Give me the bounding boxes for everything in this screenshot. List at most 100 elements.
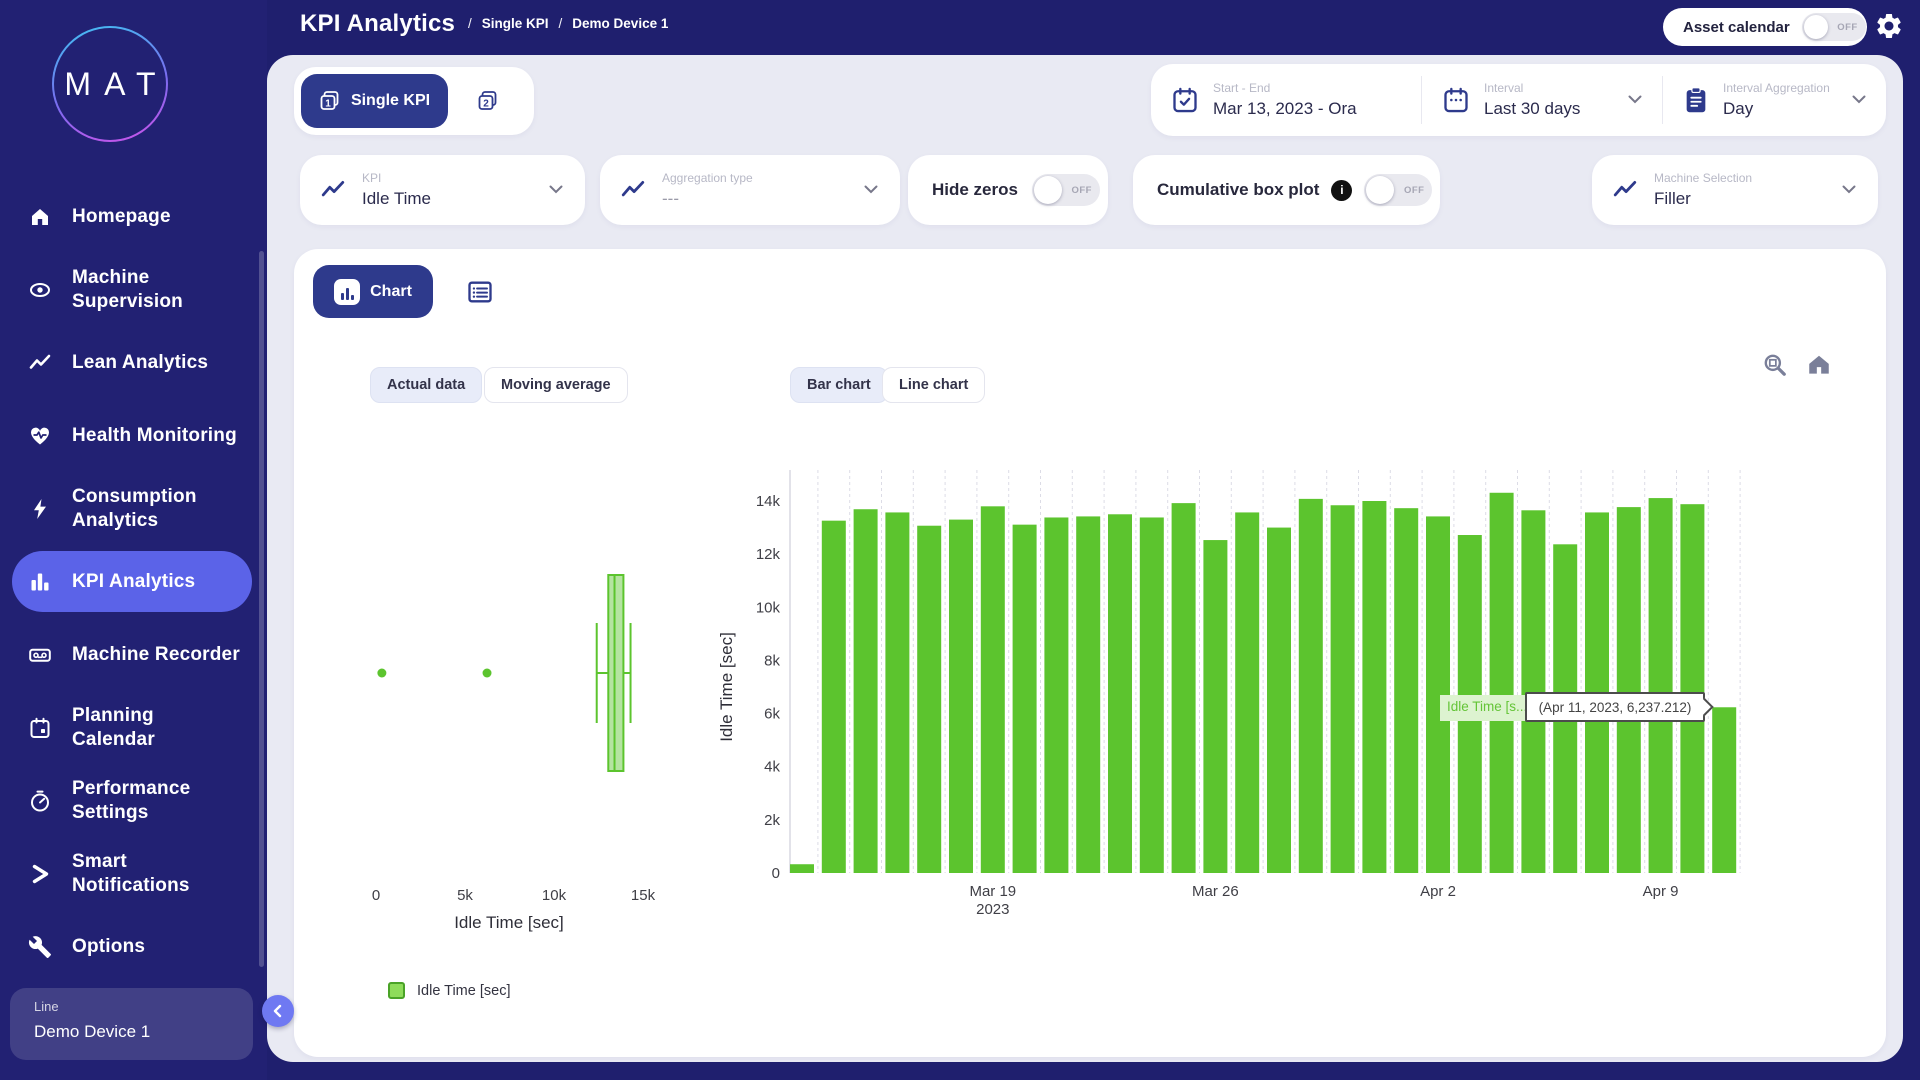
sidebar-item-consumption-analytics[interactable]: Consumption Analytics	[0, 472, 267, 545]
calendar-icon	[1442, 86, 1470, 114]
sidebar-scrollbar[interactable]	[259, 251, 264, 967]
bar-mar-23[interactable]	[1108, 514, 1132, 873]
bar-apr-9[interactable]	[1649, 498, 1673, 873]
settings-gear-icon[interactable]	[1874, 11, 1904, 41]
bar-mar-19[interactable]	[981, 506, 1005, 873]
hide-zeros-toggle[interactable]: OFF	[1032, 174, 1100, 206]
clipboard-icon	[1683, 86, 1709, 114]
bar-mar-29[interactable]	[1299, 499, 1323, 873]
toggle-state-label: OFF	[1837, 22, 1858, 33]
bar-mar-14[interactable]	[822, 521, 846, 873]
breadcrumb-separator: /	[468, 16, 472, 31]
bar-mar-18[interactable]	[949, 520, 973, 873]
svg-text:0: 0	[372, 887, 380, 904]
svg-text:Apr 9: Apr 9	[1643, 883, 1679, 900]
calendar-icon	[28, 716, 52, 740]
device-card-label: Line	[34, 999, 253, 1014]
sidebar-item-lean-analytics[interactable]: Lean Analytics	[0, 326, 267, 399]
tab-multi-kpi[interactable]: 2	[460, 74, 516, 128]
brand-logo: MAT	[52, 26, 168, 142]
tab-single-kpi[interactable]: 1 Single KPI	[301, 74, 448, 128]
bar-mar-25[interactable]	[1172, 503, 1196, 873]
bar-chart-icon	[28, 570, 52, 594]
bar-mar-31[interactable]	[1362, 501, 1386, 873]
asset-calendar-pill[interactable]: Asset calendar OFF	[1663, 8, 1867, 46]
svg-text:14k: 14k	[756, 493, 781, 510]
sidebar-item-label: Homepage	[72, 205, 171, 229]
bar-apr-4[interactable]	[1490, 493, 1514, 873]
bar-apr-1[interactable]	[1394, 508, 1418, 873]
sidebar-collapse-button[interactable]	[262, 995, 294, 1027]
breadcrumb-single-kpi[interactable]: Single KPI	[482, 16, 549, 31]
svg-text:10k: 10k	[542, 887, 567, 904]
sidebar-item-machine-supervision[interactable]: Machine Supervision	[0, 253, 267, 326]
bar-mar-27[interactable]	[1235, 512, 1259, 873]
bar-mar-15[interactable]	[854, 509, 878, 873]
svg-text:0: 0	[772, 865, 780, 882]
sidebar-item-smart-notifications[interactable]: Smart Notifications	[0, 837, 267, 910]
actual-data-button[interactable]: Actual data	[370, 367, 482, 403]
sidebar-item-performance-settings[interactable]: Performance Settings	[0, 764, 267, 837]
bar-chart-button[interactable]: Bar chart	[790, 367, 888, 403]
wrench-icon	[28, 935, 52, 959]
line-chart-button[interactable]: Line chart	[882, 367, 985, 403]
svg-text:Mar 26: Mar 26	[1192, 883, 1239, 900]
interval-aggregation-section[interactable]: Interval Aggregation Day	[1663, 64, 1886, 136]
interval-section[interactable]: Interval Last 30 days	[1422, 64, 1662, 136]
boxplot-chart[interactable]: 05k10k15kIdle Time [sec]	[334, 429, 694, 949]
eye-icon	[28, 278, 52, 302]
bar-mar-26[interactable]	[1203, 540, 1227, 873]
bar-mar-17[interactable]	[917, 526, 941, 873]
svg-text:Idle Time [sec]: Idle Time [sec]	[454, 913, 564, 932]
bar-mar-16[interactable]	[885, 512, 909, 873]
device-selector-card[interactable]: Line Demo Device 1	[10, 988, 253, 1060]
sidebar-item-kpi-analytics[interactable]: KPI Analytics	[0, 545, 267, 618]
toggle-state-label: OFF	[1404, 185, 1425, 196]
legend-item[interactable]: Idle Time [sec]	[388, 982, 510, 999]
date-range-value: Mar 13, 2023 - Ora	[1213, 99, 1357, 119]
machine-selection-card[interactable]: Machine Selection Filler	[1592, 155, 1878, 225]
breadcrumb-device[interactable]: Demo Device 1	[572, 16, 668, 31]
bar-mar-30[interactable]	[1331, 505, 1355, 873]
svg-text:5k: 5k	[457, 887, 473, 904]
sidebar-item-homepage[interactable]: Homepage	[0, 180, 267, 253]
sidebar-item-planning-calendar[interactable]: Planning Calendar	[0, 691, 267, 764]
bar-mar-13[interactable]	[790, 864, 814, 873]
bar-mar-28[interactable]	[1267, 528, 1291, 873]
gauge-icon	[28, 789, 52, 813]
moving-average-button[interactable]: Moving average	[484, 367, 628, 403]
bar-mar-21[interactable]	[1044, 517, 1068, 873]
legend-swatch	[388, 982, 405, 999]
svg-text:6k: 6k	[764, 706, 780, 723]
reset-home-icon[interactable]	[1806, 352, 1832, 378]
asset-calendar-toggle[interactable]: OFF	[1802, 13, 1866, 41]
aggregation-type-card[interactable]: Aggregation type ---	[600, 155, 900, 225]
date-interval-card: Start - End Mar 13, 2023 - Ora Interval …	[1151, 64, 1886, 136]
sidebar-item-machine-recorder[interactable]: Machine Recorder	[0, 618, 267, 691]
bar-apr-11[interactable]	[1712, 707, 1736, 873]
bar-mar-22[interactable]	[1076, 516, 1100, 873]
sidebar-item-health-monitoring[interactable]: Health Monitoring	[0, 399, 267, 472]
kpi-value: Idle Time	[362, 189, 431, 209]
kpi-label: KPI	[362, 171, 431, 185]
chevron-down-icon	[1842, 181, 1856, 199]
date-range-section[interactable]: Start - End Mar 13, 2023 - Ora	[1151, 64, 1421, 136]
info-icon[interactable]: i	[1331, 180, 1352, 201]
chevron-down-icon	[1852, 91, 1866, 109]
cumulative-box-plot-toggle[interactable]: OFF	[1364, 174, 1432, 206]
bar-mar-20[interactable]	[1013, 525, 1037, 873]
zoom-icon[interactable]	[1762, 352, 1788, 378]
kpi-select-card[interactable]: KPI Idle Time	[300, 155, 585, 225]
bar-apr-8[interactable]	[1617, 507, 1641, 873]
trend-icon	[1612, 177, 1638, 203]
tab-chart[interactable]: Chart	[313, 265, 433, 318]
sidebar-item-options[interactable]: Options	[0, 910, 267, 983]
svg-text:Mar 19: Mar 19	[969, 883, 1016, 900]
toggle-knob	[1034, 176, 1062, 204]
bar-apr-10[interactable]	[1680, 504, 1704, 873]
chart-card: Chart Actual data Moving average Bar cha…	[294, 249, 1886, 1057]
table-view-icon[interactable]	[466, 278, 494, 306]
tab-chart-label: Chart	[370, 283, 412, 301]
bar-mar-24[interactable]	[1140, 517, 1164, 873]
bar-chart[interactable]: 02k4k6k8k10k12k14kIdle Time [sec]Mar 192…	[714, 429, 1844, 949]
